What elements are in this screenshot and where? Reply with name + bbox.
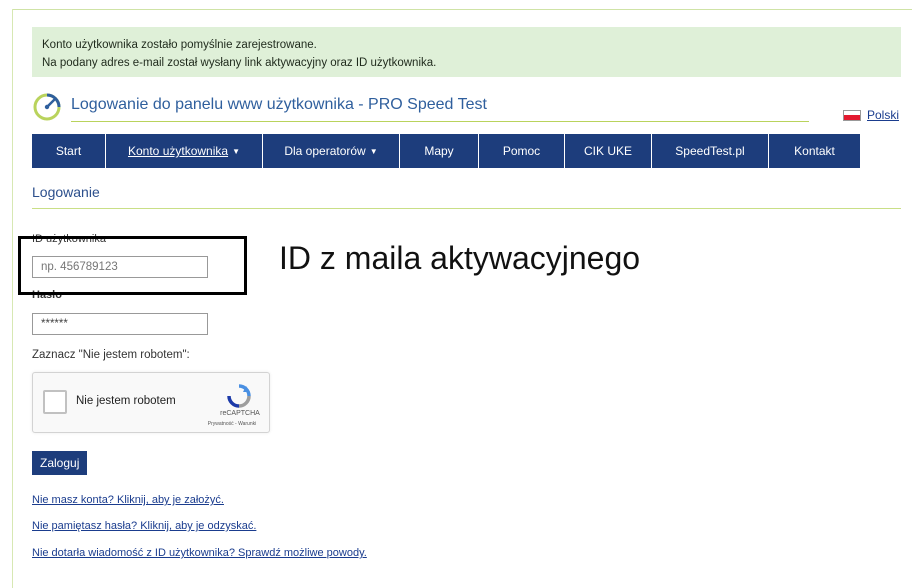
captcha-checkbox[interactable] [43,390,67,414]
password-label: Hasło [32,289,62,301]
nav-item-label: Dla operatorów [284,144,366,158]
frame-top-border [12,9,912,10]
title-underline [71,121,809,122]
nav-item-start[interactable]: Start [32,134,106,168]
recaptcha-widget: Nie jestem robotem reCAPTCHA Prywatność … [32,372,270,433]
site-title: Logowanie do panelu www użytkownika - PR… [71,96,487,113]
alert-line-2: Na podany adres e-mail został wysłany li… [42,57,437,69]
nav-item-speedtest[interactable]: SpeedTest.pl [652,134,769,168]
captcha-checkbox-label: Nie jestem robotem [76,395,176,407]
caret-down-icon: ▼ [369,146,378,156]
nav-item-label: Start [55,144,82,158]
language-link[interactable]: Polski [867,108,899,122]
nav-item-label: Kontakt [794,144,835,158]
nav-item-kontakt[interactable]: Kontakt [769,134,861,168]
page-header: Logowanie do panelu www użytkownika - PR… [32,92,822,124]
nav-item-label: CIK UKE [583,144,632,158]
annotation-text: ID z maila aktywacyjnego [279,240,641,276]
nav-item-label: SpeedTest.pl [675,144,745,158]
nav-item-mapy[interactable]: Mapy [400,134,479,168]
alert-line-1: Konto użytkownika zostało pomyślnie zare… [42,39,317,51]
password-input[interactable] [32,313,208,335]
nav-item-cik-uke[interactable]: CIK UKE [565,134,652,168]
success-alert: Konto użytkownika zostało pomyślnie zare… [32,27,901,77]
nav-item-label: Konto użytkownika [128,144,229,158]
section-divider [32,208,901,209]
user-id-input[interactable] [32,256,208,278]
captcha-brand: reCAPTCHA [220,410,260,417]
recaptcha-icon [227,384,251,408]
captcha-label: Zaznacz "Nie jestem robotem": [32,349,190,361]
polish-flag-icon [843,109,861,121]
frame-left-border [12,9,13,588]
nav-item-label: Mapy [424,144,454,158]
login-button[interactable]: Zaloguj [32,451,88,475]
nav-item-pomoc[interactable]: Pomoc [479,134,565,168]
language-switcher[interactable]: Polski [843,108,899,122]
nav-item-konto[interactable]: Konto użytkownika ▼ [106,134,263,168]
nav-item-label: Pomoc [502,144,541,158]
section-title: Logowanie [32,184,100,200]
nav-item-dla-operatorow[interactable]: Dla operatorów ▼ [263,134,400,168]
missing-id-link[interactable]: Nie dotarła wiadomość z ID użytkownika? … [32,547,367,559]
register-link[interactable]: Nie masz konta? Kliknij, aby je założyć. [32,494,224,506]
caret-down-icon: ▼ [232,146,240,156]
main-nav: Start Konto użytkownika ▼ Dla operatorów… [32,134,861,168]
captcha-terms[interactable]: Prywatność - Warunki [193,421,271,427]
forgot-password-link[interactable]: Nie pamiętasz hasła? Kliknij, aby je odz… [32,520,256,532]
speedometer-icon [33,93,61,121]
user-id-label: ID użytkownika [32,233,106,245]
